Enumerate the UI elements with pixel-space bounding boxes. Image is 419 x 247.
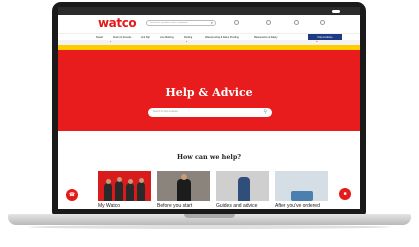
- site-header: watco Search for a product name or keywo…: [58, 15, 360, 33]
- search-icon[interactable]: ⚲: [263, 108, 267, 117]
- search-input[interactable]: Search for a product name or keyword ⚲: [146, 20, 216, 26]
- chat-button[interactable]: ■: [339, 188, 351, 200]
- package-shape: [291, 191, 313, 201]
- card-my-watco[interactable]: My Watco: [98, 171, 151, 209]
- card-label: Guides and advice: [216, 203, 258, 209]
- delivery-icon: ●: [110, 41, 112, 44]
- nav-item-waterproofing[interactable]: Waterproofing & Damp Proofing: [205, 36, 239, 39]
- laptop-shadow: [28, 225, 391, 229]
- help-search-input[interactable]: Search for help & advice ⚲: [148, 108, 272, 117]
- person-head: [116, 177, 122, 182]
- nav-item-roofing[interactable]: Roofing: [184, 36, 192, 39]
- person-figure: [115, 181, 123, 201]
- nav-item-anti-slip[interactable]: Anti Slip: [141, 36, 150, 39]
- person-head: [138, 178, 144, 183]
- card-image: [98, 171, 151, 201]
- search-placeholder: Search for a product name or keyword: [150, 22, 188, 24]
- person-head: [181, 174, 187, 180]
- card-image: [216, 171, 269, 201]
- basket-icon: [320, 20, 325, 25]
- person-figure: [126, 183, 134, 201]
- help-search-placeholder: Search for help & advice: [153, 111, 179, 113]
- chat-icon: ■: [343, 191, 347, 197]
- utility-bar: [58, 7, 360, 15]
- nav-item-repair[interactable]: Repair: [96, 36, 103, 39]
- person-figure: [177, 179, 191, 201]
- card-after-you-ordered[interactable]: After you've ordered: [275, 171, 328, 209]
- nav-item-line-marking[interactable]: Line Marking: [160, 36, 174, 39]
- page-title: Help & Advice: [165, 86, 253, 99]
- phone-icon: ☎: [68, 192, 76, 198]
- person-figure: [137, 182, 145, 201]
- person-figure: [104, 183, 112, 201]
- hero-banner: Help & Advice Search for help & advice ⚲: [58, 50, 360, 131]
- help-section: How can we help? My Watco Before you sta…: [58, 131, 360, 209]
- laptop-screen: watco Search for a product name or keywo…: [58, 7, 360, 209]
- phone-button[interactable]: ☎: [66, 189, 78, 201]
- search-icon[interactable]: ⚲: [211, 22, 213, 25]
- card-before-you-start[interactable]: Before you start: [157, 171, 210, 209]
- person-figure: [238, 177, 250, 201]
- card-image: [275, 171, 328, 201]
- rating-icon: ★: [316, 41, 318, 44]
- header-info-wishlist[interactable]: [294, 20, 299, 25]
- logo[interactable]: watco: [98, 17, 137, 30]
- card-label: After you've ordered: [275, 203, 320, 209]
- phone-icon: [234, 20, 239, 25]
- nav-item-floors[interactable]: Floors & Screeds: [113, 36, 131, 39]
- main-nav: Repair Floors & Screeds Anti Slip Line M…: [58, 33, 360, 41]
- nav-item-maintenance[interactable]: Maintenance & Safety: [254, 36, 277, 39]
- page: watco Search for a product name or keywo…: [0, 0, 419, 247]
- person-head: [105, 179, 111, 184]
- laptop-notch: [184, 214, 235, 218]
- card-image: [157, 171, 210, 201]
- card-guides-and-advice[interactable]: Guides and advice: [216, 171, 269, 209]
- header-info-basket[interactable]: [320, 20, 325, 25]
- vat-toggle[interactable]: [332, 9, 340, 13]
- card-label: My Watco: [98, 203, 121, 209]
- person-head: [127, 179, 133, 184]
- header-info-phone[interactable]: [234, 20, 239, 25]
- guarantee-icon: ●: [186, 41, 188, 44]
- card-label: Before you start: [157, 203, 193, 209]
- user-icon: [266, 20, 271, 25]
- heart-icon: [294, 20, 299, 25]
- section-title: How can we help?: [176, 153, 242, 161]
- header-info-account[interactable]: [266, 20, 271, 25]
